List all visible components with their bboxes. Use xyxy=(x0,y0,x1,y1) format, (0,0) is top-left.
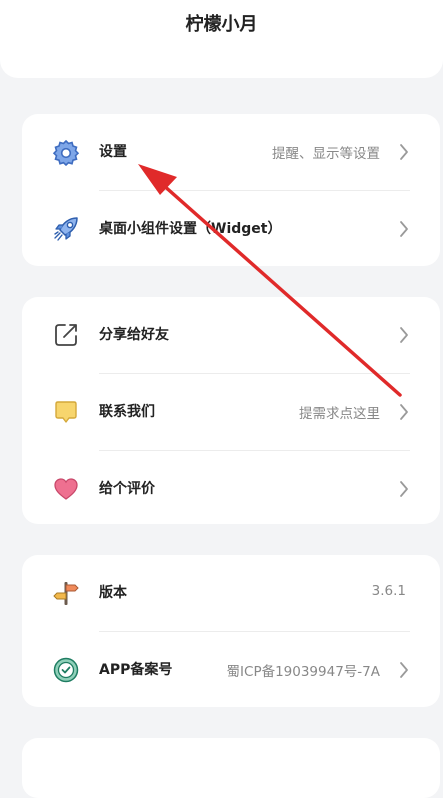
signpost-icon xyxy=(53,582,79,605)
rate-label: 给个评价 xyxy=(99,481,155,497)
settings-row[interactable]: 设置 提醒、显示等设置 xyxy=(22,114,440,190)
about-card: 版本 3.6.1 APP备案号 蜀ICP备19039947号-7A xyxy=(22,555,440,707)
share-label: 分享给好友 xyxy=(99,327,169,343)
widget-settings-label: 桌面小组件设置（Widget） xyxy=(99,221,282,237)
icp-row[interactable]: APP备案号 蜀ICP备19039947号-7A xyxy=(22,632,440,707)
chevron-right-icon xyxy=(400,481,408,497)
chevron-right-icon xyxy=(400,662,408,678)
settings-card: 设置 提醒、显示等设置 桌面小组件设置（Widget） xyxy=(22,114,440,266)
icp-label: APP备案号 xyxy=(99,662,173,678)
settings-hint: 提醒、显示等设置 xyxy=(272,146,380,162)
widget-settings-row[interactable]: 桌面小组件设置（Widget） xyxy=(22,191,440,266)
rocket-icon xyxy=(54,217,78,241)
settings-label: 设置 xyxy=(99,144,127,160)
social-card: 分享给好友 联系我们 提需求点这里 给个评价 xyxy=(22,297,440,524)
chat-bubble-icon xyxy=(55,401,77,423)
rate-row[interactable]: 给个评价 xyxy=(22,451,440,524)
verified-badge-icon xyxy=(53,657,79,683)
contact-row[interactable]: 联系我们 提需求点这里 xyxy=(22,374,440,450)
chevron-right-icon xyxy=(400,327,408,343)
more-card xyxy=(22,738,440,798)
page-title: 柠檬小月 xyxy=(185,14,258,35)
version-label: 版本 xyxy=(99,585,127,601)
icp-value: 蜀ICP备19039947号-7A xyxy=(226,664,380,680)
heart-icon xyxy=(54,478,78,500)
version-row: 版本 3.6.1 xyxy=(22,555,440,631)
share-row[interactable]: 分享给好友 xyxy=(22,297,440,373)
contact-label: 联系我们 xyxy=(99,404,155,420)
version-value: 3.6.1 xyxy=(371,583,406,599)
gear-icon xyxy=(52,139,80,166)
share-icon xyxy=(55,324,77,346)
chevron-right-icon xyxy=(400,221,408,237)
chevron-right-icon xyxy=(400,404,408,420)
chevron-right-icon xyxy=(400,144,408,160)
contact-hint: 提需求点这里 xyxy=(299,406,380,422)
